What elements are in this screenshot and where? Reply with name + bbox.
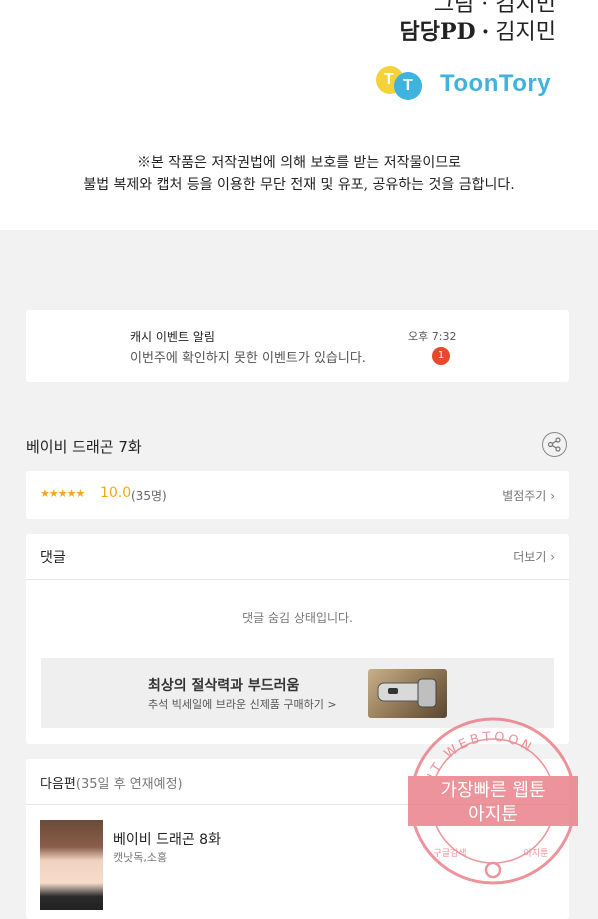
copyright-notice-line-2: 불법 복제와 캡처 등을 이용한 무단 전재 및 유포, 공유하는 것을 금합니… <box>83 177 515 193</box>
next-episode-schedule: (35일 후 연재예정) <box>75 777 183 792</box>
next-episode-title[interactable]: 베이비 드래곤 8화 <box>113 829 221 849</box>
next-episode-label: 다음편 <box>40 777 76 792</box>
comments-header: 댓글 더보기 › <box>26 534 569 580</box>
google-g-icon <box>484 861 502 879</box>
ad-subtitle: 추석 빅세일에 브라운 신제품 구매하기 > <box>148 698 337 711</box>
credit-role: 담당PD <box>399 19 476 45</box>
rating-count: (35명) <box>131 489 167 503</box>
rate-button-label: 별점주기 <box>502 489 547 503</box>
copyright-notice-line-1: ※본 작품은 저작권법에 의해 보호를 받는 저작물이므로 <box>136 155 462 171</box>
logo-mark-letter-1: T <box>384 71 394 88</box>
logo-text: ToonTory <box>440 70 552 97</box>
credit-pd: 담당PD · 김지민 <box>399 14 556 46</box>
cash-event-message: 이번주에 확인하지 못한 이벤트가 있습니다. <box>130 351 366 366</box>
episode-title: 베이비 드래곤 7화 <box>26 438 142 456</box>
credit-separator: · <box>481 19 490 45</box>
comments-more-label: 더보기 <box>513 550 547 564</box>
credit-name: 김지민 <box>495 20 556 45</box>
toontory-logo: T T ToonTory <box>376 64 551 104</box>
comments-hidden-message: 댓글 숨김 상태입니다. <box>242 611 353 625</box>
comments-card: 댓글 더보기 › 댓글 숨김 상태입니다. 최상의 절삭력과 부드러움 추석 빅… <box>26 534 569 744</box>
comments-title: 댓글 <box>40 550 66 566</box>
next-episode-thumbnail[interactable] <box>40 820 103 910</box>
watermark-bottom-right: 아지툰 <box>524 848 549 859</box>
cash-event-time: 오후 7:32 <box>408 330 457 343</box>
share-icon <box>547 437 561 452</box>
rating-card: ★★★★★ 10.0 (35명) 별점주기 › <box>26 471 569 519</box>
toontory-logo-mark: T T <box>376 64 436 104</box>
rate-button[interactable]: 별점주기 › <box>502 487 555 504</box>
agit-webtoon-watermark-stamp: AGIT WEBTOON 가장빠른 웹툰 아지툰 구글검색 아지툰 <box>408 717 578 885</box>
ad-product-image <box>368 669 447 718</box>
chevron-right-icon: › <box>550 489 555 503</box>
cash-event-banner[interactable]: 캐시 이벤트 알림 이번주에 확인하지 못한 이벤트가 있습니다. 오후 7:3… <box>26 310 569 382</box>
watermark-main-line-2: 아지툰 <box>468 804 518 825</box>
watermark-main-line-1: 가장빠른 웹툰 <box>440 780 545 801</box>
logo-mark-letter-2: T <box>403 77 413 94</box>
comments-more-button[interactable]: 더보기 › <box>513 548 555 565</box>
share-button[interactable] <box>542 432 567 457</box>
watermark-bottom-left: 구글검색 <box>433 847 466 859</box>
next-episode-heading: 다음편(35일 후 연재예정) <box>40 773 183 792</box>
rating-stars: ★★★★★ <box>40 487 85 500</box>
next-episode-author: 캣낫독,소홍 <box>113 851 168 864</box>
cash-event-badge: 1 <box>432 347 450 365</box>
artwork-footer: 그림 · 김지민 담당PD · 김지민 T T ToonTory ※본 작품은 저작… <box>0 0 598 230</box>
chevron-right-icon: › <box>550 550 555 564</box>
ad-title: 최상의 절삭력과 부드러움 <box>148 678 300 694</box>
cash-event-title: 캐시 이벤트 알림 <box>130 330 215 344</box>
rating-score: 10.0 <box>100 485 132 501</box>
